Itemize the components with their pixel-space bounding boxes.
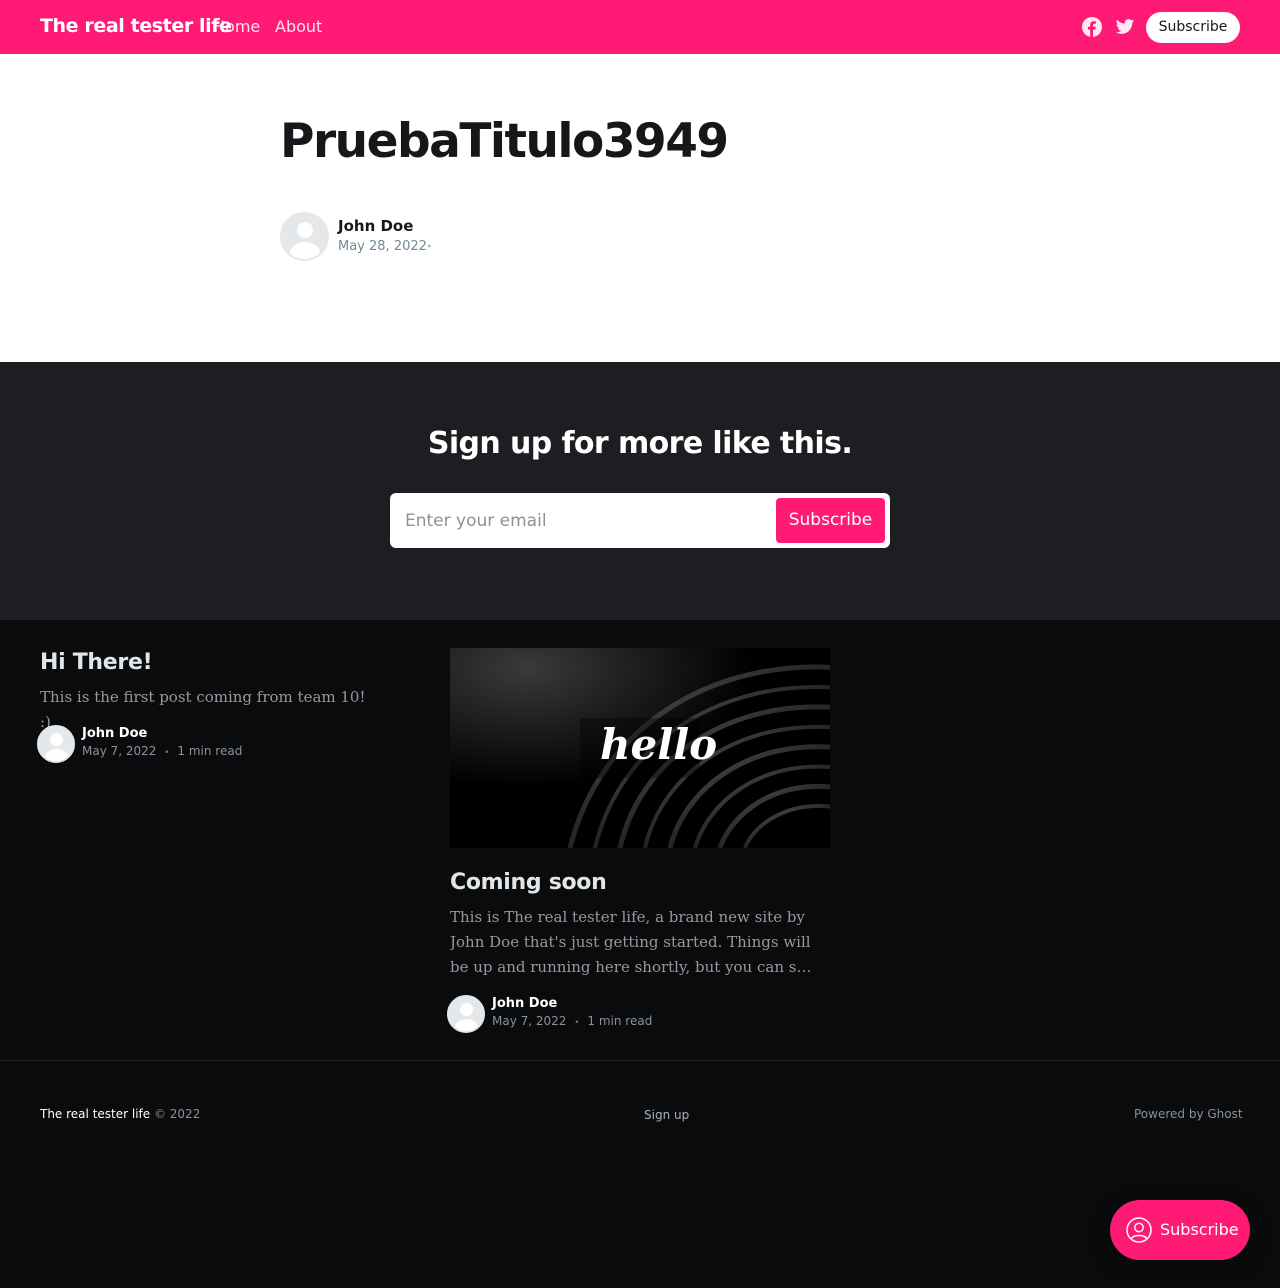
author-name-link[interactable]: John Doe [338,217,413,235]
avatar-head-shape [297,222,313,238]
nav-about-link[interactable]: About [275,17,322,36]
user-circle-icon [1126,1217,1152,1243]
post-card-meta: May 7, 2022 • 1 min read [82,744,242,758]
nav-home-link[interactable]: Home [213,17,260,36]
post-card-date: May 7, 2022 [492,1014,567,1028]
meta-separator: • [574,1018,580,1028]
article-header: PruebaTitulo3949 John Doe May 28, 2022 • [0,54,1280,362]
post-feed: Hi There! This is the first post coming … [0,620,1280,1061]
avatar-head-shape [460,1003,473,1016]
signup-section: Sign up for more like this. Subscribe [0,362,1280,620]
header-subscribe-button[interactable]: Subscribe [1146,12,1240,43]
twitter-icon[interactable] [1115,17,1135,37]
author-avatar[interactable] [280,212,329,261]
site-brand-link[interactable]: The real tester life [40,15,232,37]
signup-heading: Sign up for more like this. [427,426,853,461]
avatar-body-shape [455,1019,478,1031]
post-card-title[interactable]: Hi There! [40,650,153,675]
site-footer: The real tester life © 2022 Sign up Powe… [0,1061,1280,1288]
post-card-author[interactable]: John Doe [492,996,557,1011]
post-card-title[interactable]: Coming soon [450,870,607,895]
post-title: PruebaTitulo3949 [280,114,729,169]
post-card-author[interactable]: John Doe [82,726,147,741]
powered-by-ghost-link[interactable]: Powered by Ghost [1134,1107,1243,1121]
footer-copyright: The real tester life © 2022 [40,1107,200,1121]
post-card-date: May 7, 2022 [82,744,157,758]
avatar-body-shape [45,749,68,761]
copyright-text: © 2022 [153,1107,201,1121]
signup-subscribe-button[interactable]: Subscribe [776,498,885,543]
image-hello-text: hello [600,720,718,769]
post-date: May 28, 2022 [338,239,427,254]
post-card-excerpt[interactable]: This is The real tester life, a brand ne… [450,905,820,980]
signup-form: Subscribe [390,493,890,548]
post-card-image[interactable]: hello [450,648,830,848]
meta-separator: • [426,240,433,253]
author-avatar[interactable] [37,725,75,763]
site-header: The real tester life Home About Subscrib… [0,0,1280,54]
footer-site-link[interactable]: The real tester life [40,1107,150,1121]
portal-subscribe-button[interactable]: Subscribe [1110,1200,1250,1260]
post-card-read-time: 1 min read [177,744,243,758]
facebook-icon[interactable] [1082,17,1102,37]
email-input[interactable] [390,493,770,548]
avatar-head-shape [50,733,63,746]
post-card-read-time: 1 min read [587,1014,653,1028]
post-card-meta: May 7, 2022 • 1 min read [492,1014,652,1028]
avatar-body-shape [290,242,320,259]
author-avatar[interactable] [447,995,485,1033]
footer-signup-link[interactable]: Sign up [644,1108,689,1122]
portal-subscribe-label: Subscribe [1160,1220,1239,1239]
meta-separator: • [164,748,170,758]
